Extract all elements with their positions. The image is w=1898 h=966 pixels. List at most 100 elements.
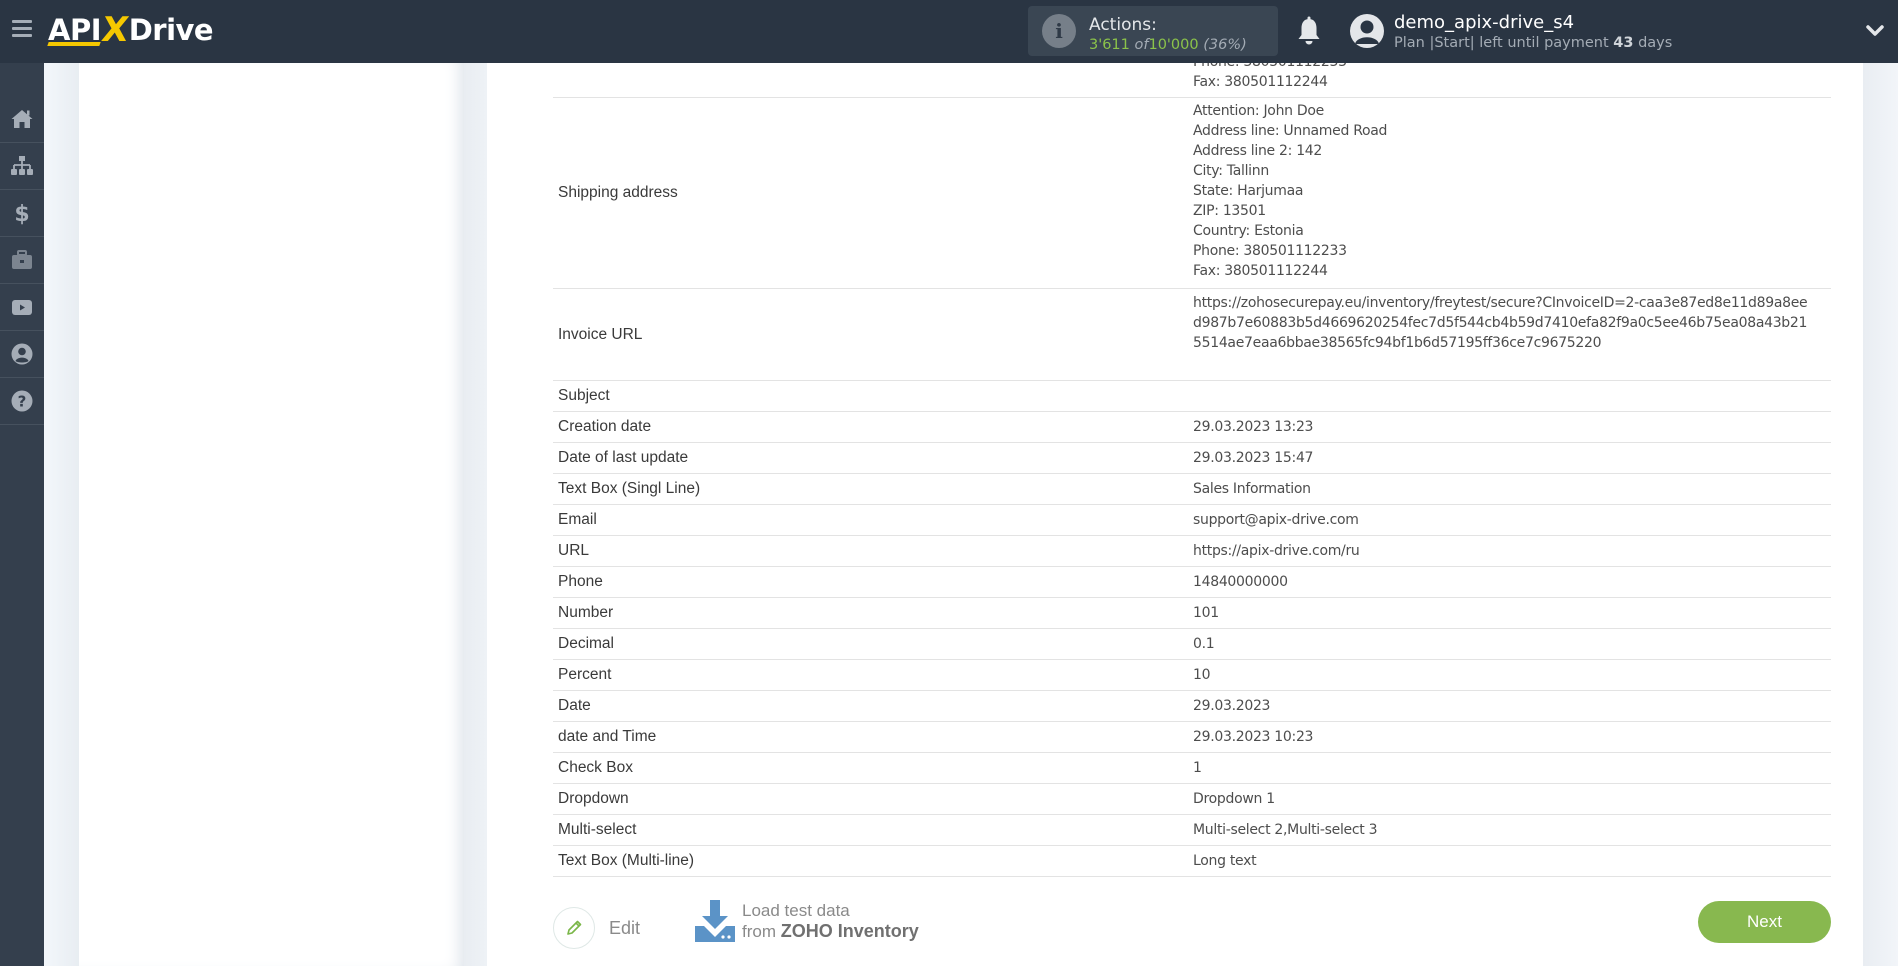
value-line: Attention: John Doe [1193,103,1324,119]
logo[interactable]: API X Drive [47,10,214,50]
row-value: https://zohosecurepay.eu/inventory/freyt… [1188,289,1831,380]
row-label: date and Time [558,728,657,745]
menu-icon[interactable] [12,20,32,38]
load-test-data-button[interactable]: Load test data from ZOHO Inventory [694,899,919,943]
table-row: Dropdown Dropdown 1 [553,784,1831,815]
row-label: Subject [558,387,610,404]
row-value: 29.03.2023 10:23 [1193,729,1314,745]
value-line: ZIP: 13501 [1193,203,1266,219]
avatar[interactable] [1350,14,1384,48]
table-row: URL https://apix-drive.com/ru [553,536,1831,567]
table-row: Text Box (Singl Line) Sales Information [553,474,1831,505]
value-line: City: Tallinn [1193,163,1269,179]
table-row: Percent 10 [553,660,1831,691]
value-line: Address line 2: 142 [1193,143,1323,159]
actions-counter: i Actions: 3'611 of10'000 (36%) [1028,6,1278,56]
sidebar-item-billing[interactable]: $ [0,190,44,237]
actions-of: of [1134,37,1149,53]
row-label: Text Box (Singl Line) [558,480,701,497]
sidebar-item-connections[interactable] [0,143,44,190]
dollar-icon: $ [14,202,29,225]
table-row: date and Time 29.03.2023 10:23 [553,722,1831,753]
value-line: Phone: 380501112233 [1193,243,1347,259]
edit-circle [553,907,595,949]
actions-value: 3'611 of10'000 (36%) [1089,37,1247,53]
row-value: Attention: John Doe Address line: Unname… [1188,98,1831,288]
row-value: 29.03.2023 15:47 [1193,450,1314,466]
table-row: Date 29.03.2023 [553,691,1831,722]
bell-icon[interactable] [1296,16,1322,46]
main-panel: Phone: 380501112233 Fax: 380501112244 Sh… [487,63,1863,966]
sidebar-item-account[interactable] [0,331,44,378]
value-line: Fax: 380501112244 [1193,263,1328,279]
edit-label: Edit [609,917,641,938]
row-value: Sales Information [1193,481,1311,497]
row-value: Long text [1193,853,1257,869]
load-from: from [742,922,776,941]
value-line: Phone: 380501112233 [1193,63,1831,72]
user-plan: Plan |Start| left until payment 43 days [1394,35,1672,51]
sidebar-item-videos[interactable] [0,284,44,331]
table-row: Phone: 380501112233 Fax: 380501112244 [553,63,1831,98]
value-line: Country: Estonia [1193,223,1304,239]
row-value: Phone: 380501112233 Fax: 380501112244 [1188,63,1831,97]
value-line: Address line: Unnamed Road [1193,123,1388,139]
row-value: 101 [1193,605,1219,621]
actions-percent: (36%) [1203,37,1247,53]
next-button[interactable]: Next [1698,901,1831,943]
background-gutter [464,63,487,966]
load-source: ZOHO Inventory [780,921,919,941]
row-label [553,63,1188,97]
svg-text:?: ? [18,393,27,411]
row-label: URL [558,542,590,559]
row-label: Invoice URL [558,325,643,343]
left-panel [79,63,464,966]
row-label: Dropdown [558,790,629,807]
row-value: 0.1 [1193,636,1215,652]
user-name[interactable]: demo_apix-drive_s4 [1394,12,1574,33]
row-label: Creation date [558,418,652,435]
background-gutter [1863,63,1898,966]
row-label: Shipping address [558,184,678,201]
user-circle-icon [11,343,33,365]
info-icon: i [1042,14,1076,48]
actions-used: 3'611 [1089,37,1130,53]
sidebar-item-home[interactable] [0,96,44,143]
table-row: Text Box (Multi-line) Long text [553,846,1831,877]
youtube-icon [12,300,32,315]
row-label: Phone [558,573,603,590]
load-line1: Load test data [742,901,850,920]
row-value: Multi-select 2,Multi-select 3 [1193,822,1378,838]
table-row: Multi-select Multi-select 2,Multi-select … [553,815,1831,846]
actions-total: 10'000 [1148,37,1199,53]
row-label: Date of last update [558,449,689,466]
table-row: Subject [553,381,1831,412]
row-value [1188,381,1831,411]
load-line2: from ZOHO Inventory [742,921,919,942]
row-label: Email [558,511,597,528]
top-bar: API X Drive i Actions: 3'611 of10'000 (36%… [0,0,1898,63]
background-gutter [44,63,79,966]
sidebar: $ ? [0,63,44,966]
pencil-icon [567,920,582,935]
home-icon [11,110,33,128]
value-line: Fax: 380501112244 [1193,74,1328,90]
table-row: Date of last update 29.03.2023 15:47 [553,443,1831,474]
chevron-down-icon[interactable] [1866,24,1884,38]
table-row: Decimal 0.1 [553,629,1831,660]
sidebar-item-projects[interactable] [0,237,44,284]
logo-drive: Drive [128,13,214,47]
table-row: Phone 14840000000 [553,567,1831,598]
table-row-invoice-url: Invoice URL https://zohosecurepay.eu/inv… [553,289,1831,381]
row-value: support@apix-drive.com [1193,512,1359,528]
value-line: State: Harjumaa [1193,183,1304,199]
days-left: 43 [1613,35,1634,51]
row-value: 1 [1193,760,1202,776]
row-label: Decimal [558,635,614,652]
row-label: Date [558,697,591,714]
row-value: 29.03.2023 13:23 [1193,419,1314,435]
row-value: 14840000000 [1193,574,1288,590]
edit-button[interactable]: Edit [553,907,640,949]
sidebar-item-help[interactable]: ? [0,378,44,425]
question-circle-icon: ? [11,390,33,412]
